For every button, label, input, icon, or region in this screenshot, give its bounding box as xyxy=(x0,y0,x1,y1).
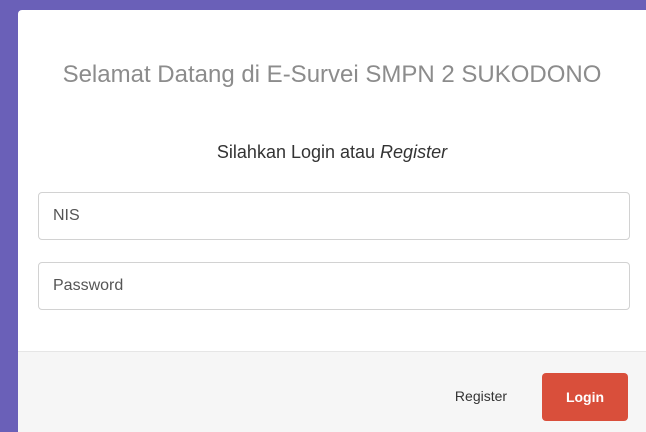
login-subtitle-register: Register xyxy=(380,142,448,162)
login-subtitle: Silahkan Login atau Register xyxy=(18,140,646,164)
login-card-header: Selamat Datang di E-Survei SMPN 2 SUKODO… xyxy=(18,10,646,180)
register-button[interactable]: Register xyxy=(436,372,526,420)
login-card-footer: Register Login xyxy=(18,351,646,432)
login-card: Selamat Datang di E-Survei SMPN 2 SUKODO… xyxy=(18,10,646,432)
login-button[interactable]: Login xyxy=(542,373,628,421)
nis-input[interactable] xyxy=(38,192,630,240)
password-input[interactable] xyxy=(38,262,630,310)
login-subtitle-text: Silahkan Login atau xyxy=(216,142,381,162)
page-title: Selamat Datang di E-Survei SMPN 2 SUKODO… xyxy=(62,61,602,88)
